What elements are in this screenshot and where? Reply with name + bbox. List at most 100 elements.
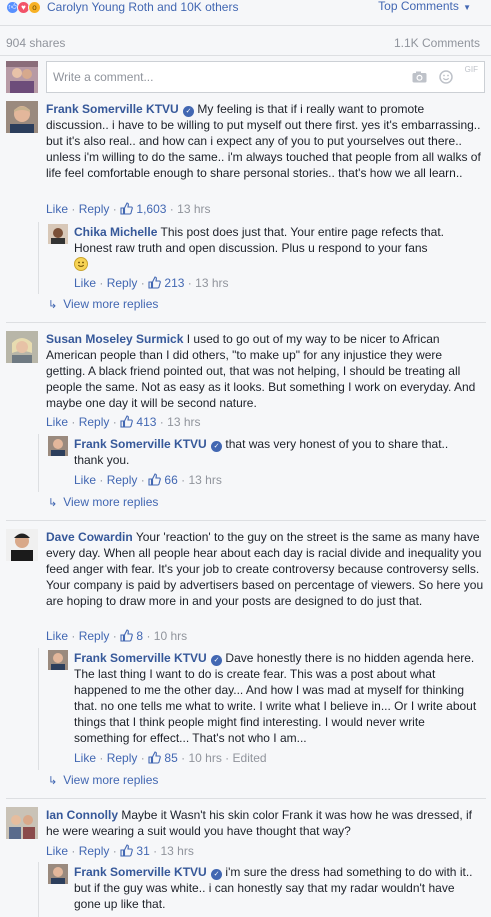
reply-item: Frank Somerville KTVU ✓ that was very ho… [48,436,483,492]
avatar[interactable] [48,650,68,670]
comment-body: Frank Somerville KTVU ✓ My feeling is th… [46,101,484,181]
avatar[interactable] [6,61,38,93]
reply-button[interactable]: Reply [107,276,138,290]
top-comments-label: Top Comments [378,0,459,13]
comment-item: Frank Somerville KTVU ✓ My feeling is th… [6,101,486,221]
stats-bar: 904 shares 1.1K Comments [0,36,491,52]
smiley-icon [74,257,88,271]
comment-actions: Like · Reply · 31 · 13 hrs [46,843,194,861]
reply-author[interactable]: Chika Michelle [74,225,157,239]
divider [0,25,491,26]
reply-actions: Like · Reply · 85 · 10 hrs · Edited [74,750,267,768]
view-more-replies-link[interactable]: ↳ View more replies [48,773,158,787]
reply-button[interactable]: Reply [79,629,110,643]
camera-icon[interactable] [412,71,427,83]
reply-author[interactable]: Frank Somerville KTVU [74,651,207,665]
separator-dot: · [225,751,230,765]
like-count[interactable]: 85 [164,751,177,765]
comment-item: Dave Cowardin Your 'reaction' to the guy… [6,529,486,645]
separator-dot: · [140,276,145,290]
reply-button[interactable]: Reply [79,844,110,858]
separator-dot: · [71,844,76,858]
separator-dot: · [181,751,186,765]
comment-timestamp[interactable]: 10 hrs [154,629,187,643]
separator-dot: · [71,415,76,429]
divider [6,798,486,799]
separator-dot: · [140,473,145,487]
separator-dot: · [159,415,164,429]
view-more-replies-link[interactable]: ↳ View more replies [48,297,158,311]
comment-timestamp[interactable]: 13 hrs [167,415,200,429]
reply-button[interactable]: Reply [107,751,138,765]
emoji-icon[interactable] [438,70,453,84]
chevron-down-icon: ▼ [460,3,471,12]
reactors-link[interactable]: Carolyn Young Roth and 10K others [47,0,238,14]
view-more-replies-label: View more replies [63,297,159,311]
thumbs-up-icon [120,629,133,646]
like-button[interactable]: Like [74,276,96,290]
like-count[interactable]: 413 [136,415,156,429]
reply-item: Frank Somerville KTVU ✓ i'm sure the dre… [48,864,483,917]
comment-input[interactable] [47,62,377,92]
like-count[interactable]: 8 [136,629,143,643]
comment-author[interactable]: Ian Connolly [46,808,118,822]
reply-timestamp[interactable]: 10 hrs [188,751,221,765]
avatar[interactable] [48,864,68,884]
like-button[interactable]: Like [46,415,68,429]
edited-label[interactable]: Edited [233,751,267,765]
avatar[interactable] [6,529,38,561]
reaction-icons[interactable]: 👍︎ ♥ o [6,0,41,14]
like-count[interactable]: 1,603 [136,202,166,216]
view-more-replies-link[interactable]: ↳ View more replies [48,495,158,509]
like-button[interactable]: Like [74,473,96,487]
avatar[interactable] [6,101,38,133]
like-count[interactable]: 66 [164,473,177,487]
comment-input-box: GIF [46,61,485,93]
comment-author[interactable]: Susan Moseley Surmick [46,332,183,346]
avatar[interactable] [48,436,68,456]
comment-timestamp[interactable]: 13 hrs [160,844,193,858]
comment-author[interactable]: Dave Cowardin [46,530,133,544]
reply-button[interactable]: Reply [107,473,138,487]
reply-arrow-icon: ↳ [48,299,58,311]
separator-dot: · [112,415,117,429]
separator-dot: · [71,202,76,216]
reply-body: Frank Somerville KTVU ✓ Dave honestly th… [74,650,479,746]
separator-dot: · [187,276,192,290]
separator-dot: · [169,202,174,216]
reply-author[interactable]: Frank Somerville KTVU [74,865,207,879]
comment-body: Ian Connolly Maybe it Wasn't his skin co… [46,807,484,839]
comment-author[interactable]: Frank Somerville KTVU [46,102,179,116]
like-count[interactable]: 213 [164,276,184,290]
comment-item: Susan Moseley Surmick I used to go out o… [6,331,486,431]
like-button[interactable]: Like [46,629,68,643]
verified-badge-icon: ✓ [183,106,195,117]
composer-icons: GIF [400,62,478,92]
like-button[interactable]: Like [46,202,68,216]
comment-timestamp[interactable]: 13 hrs [177,202,210,216]
top-comments-dropdown[interactable]: Top Comments ▼ [378,0,471,13]
verified-badge-icon: ✓ [211,869,223,880]
like-button[interactable]: Like [46,844,68,858]
comment-actions: Like · Reply · 413 · 13 hrs [46,414,201,432]
reply-timestamp[interactable]: 13 hrs [188,473,221,487]
separator-dot: · [112,629,117,643]
reply-author[interactable]: Frank Somerville KTVU [74,437,207,451]
shares-count[interactable]: 904 shares [6,36,65,50]
like-count[interactable]: 31 [136,844,149,858]
view-more-replies-label: View more replies [63,495,159,509]
avatar[interactable] [6,331,38,363]
reply-button[interactable]: Reply [79,202,110,216]
thumbs-up-icon [148,751,161,768]
like-button[interactable]: Like [74,751,96,765]
reply-timestamp[interactable]: 13 hrs [195,276,228,290]
separator-dot: · [181,473,186,487]
reply-body: Chika Michelle This post does just that.… [74,224,479,272]
avatar[interactable] [6,807,38,839]
gif-button[interactable]: GIF [465,65,478,74]
comments-count[interactable]: 1.1K Comments [394,36,480,50]
verified-badge-icon: ✓ [211,441,223,452]
avatar[interactable] [48,224,68,244]
reply-button[interactable]: Reply [79,415,110,429]
thumbs-up-icon [120,202,133,219]
